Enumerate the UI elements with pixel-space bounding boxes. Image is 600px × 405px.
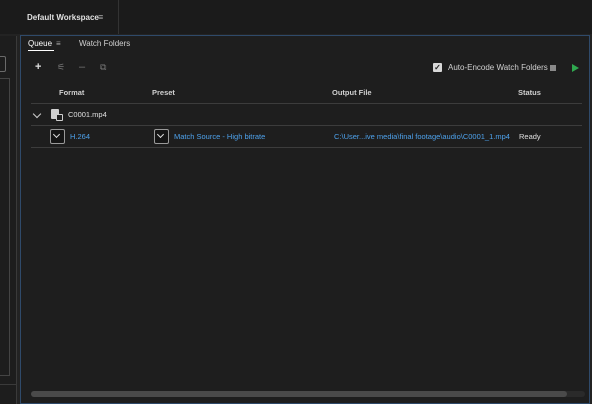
row-divider [31, 147, 582, 148]
plus-icon[interactable]: + [35, 62, 41, 73]
queue-panel: Queue ≡ Watch Folders + ⚟ – ⧉ ✓ Auto-Enc… [20, 35, 590, 404]
chevron-down-icon [156, 130, 165, 139]
preset-link[interactable]: Match Source - High bitrate [174, 132, 265, 141]
chevron-down-icon [52, 130, 61, 139]
preset-dropdown-button[interactable] [154, 129, 169, 144]
panel-tabs: Queue ≡ Watch Folders [21, 36, 589, 52]
tab-watch-folders[interactable]: Watch Folders [79, 39, 130, 48]
workspace-tab[interactable]: Default Workspace ≡ [18, 0, 119, 34]
left-panel-content [0, 78, 10, 376]
status-text: Ready [519, 132, 541, 141]
preset-settings-icon[interactable]: ⚟ [57, 62, 65, 73]
source-file-name: C0001.mp4 [68, 110, 107, 119]
stop-icon[interactable] [550, 65, 556, 71]
play-icon[interactable] [572, 64, 579, 72]
left-panel-footer [0, 384, 16, 405]
tab-queue[interactable]: Queue [28, 39, 52, 48]
scrollbar-thumb[interactable] [31, 391, 567, 397]
workspace-bar: Default Workspace ≡ [0, 0, 592, 34]
duplicate-icon[interactable]: ⧉ [100, 62, 106, 73]
hamburger-icon[interactable]: ≡ [98, 12, 103, 22]
format-dropdown-button[interactable] [50, 129, 65, 144]
panel-menu-icon[interactable]: ≡ [56, 39, 61, 48]
left-panel [0, 36, 17, 404]
chevron-down-icon[interactable] [32, 109, 42, 119]
format-link[interactable]: H.264 [70, 132, 90, 141]
media-file-icon [51, 109, 63, 121]
media-encoder-window: Default Workspace ≡ Queue ≡ Watch Folder… [0, 0, 592, 404]
column-output-file[interactable]: Output File [332, 88, 372, 97]
header-divider [31, 103, 582, 104]
auto-encode-label: Auto-Encode Watch Folders [448, 63, 548, 72]
column-format[interactable]: Format [59, 88, 84, 97]
column-status[interactable]: Status [518, 88, 541, 97]
column-preset[interactable]: Preset [152, 88, 175, 97]
workspace-title: Default Workspace [27, 13, 99, 22]
auto-encode-checkbox[interactable]: ✓ [433, 63, 442, 72]
horizontal-scrollbar[interactable] [31, 391, 585, 397]
left-panel-control[interactable] [0, 56, 6, 72]
minus-icon[interactable]: – [79, 62, 85, 73]
active-tab-indicator [28, 50, 54, 51]
row-divider [31, 125, 582, 126]
output-file-link[interactable]: C:\User...ive media\final footage\audio\… [334, 132, 510, 141]
